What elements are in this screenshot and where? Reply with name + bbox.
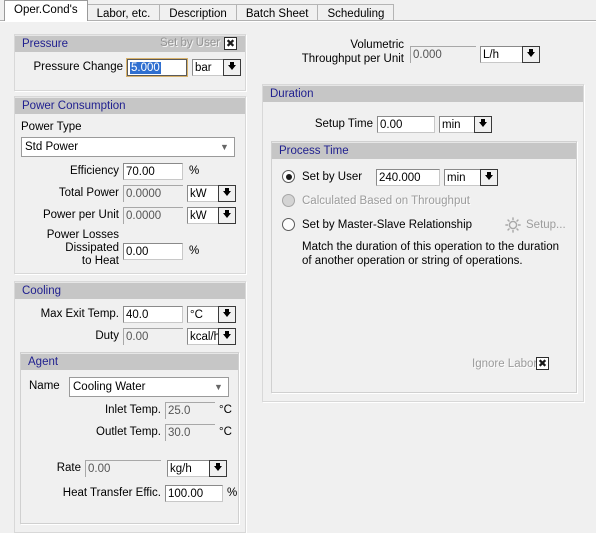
power-losses-input[interactable]: 0.00	[123, 243, 183, 260]
chevron-down-icon	[485, 172, 493, 180]
agent-rate-unit-dropdown-button[interactable]	[209, 460, 227, 477]
power-total-unit-dropdown-button[interactable]	[218, 185, 236, 202]
pressure-change-unit-dropdown-button[interactable]	[223, 59, 241, 76]
chevron-down-icon: ▼	[220, 141, 229, 152]
setup-time-unit[interactable]: min	[439, 116, 479, 133]
cooling-max-exit-unit-dropdown-button[interactable]	[218, 306, 236, 323]
tab-oper-conds[interactable]: Oper.Cond's	[4, 0, 88, 21]
gear-icon	[505, 217, 521, 233]
setup-time-input[interactable]: 0.00	[377, 116, 435, 133]
pressure-panel: Pressure Set by User ✖ Pressure Change 5…	[14, 34, 246, 91]
chevron-down-icon	[223, 210, 231, 218]
power-type-value: Std Power	[25, 141, 79, 153]
chevron-down-icon	[223, 188, 231, 196]
cooling-duty-value: 0.00	[123, 328, 183, 345]
process-time-panel: Process Time Set by User 240.000 min Cal…	[271, 141, 577, 393]
setup-time-label: Setup Time	[314, 118, 373, 130]
power-per-unit-value: 0.0000	[123, 207, 183, 224]
cooling-panel: Cooling Max Exit Temp. 40.0 °C Duty 0.00…	[14, 281, 246, 533]
pressure-change-value: 5.000	[130, 62, 161, 74]
chevron-down-icon	[214, 463, 222, 471]
pressure-set-by-user-checkbox[interactable]: ✖	[224, 37, 237, 50]
power-efficiency-unit: %	[189, 165, 200, 177]
master-slave-description: Match the duration of this operation to …	[302, 241, 559, 267]
cooling-max-exit-label: Max Exit Temp.	[40, 308, 119, 320]
agent-panel: Agent Name Cooling Water ▼ Inlet Temp. 2…	[20, 352, 239, 524]
agent-name-combo[interactable]: Cooling Water ▼	[69, 377, 229, 397]
cooling-duty-unit-dropdown-button[interactable]	[218, 328, 236, 345]
agent-inlet-label: Inlet Temp.	[104, 404, 161, 416]
chevron-down-icon	[527, 49, 535, 57]
agent-panel-title: Agent	[21, 353, 238, 370]
power-losses-unit: %	[189, 245, 200, 257]
power-total-label: Total Power	[58, 187, 119, 199]
process-time-option-master-slave-label: Set by Master-Slave Relationship	[302, 219, 473, 231]
agent-rate-value: 0.00	[85, 460, 161, 477]
power-efficiency-input[interactable]: 70.00	[123, 163, 183, 180]
throughput-label-line2: Throughput per Unit	[301, 53, 404, 65]
chevron-down-icon	[228, 62, 236, 70]
agent-hte-unit: %	[227, 487, 238, 499]
duration-panel-title: Duration	[263, 85, 583, 102]
tab-list: Oper.Cond's Labor, etc. Description Batc…	[4, 0, 395, 23]
duration-panel: Duration Setup Time 0.00 min Process Tim…	[262, 84, 584, 402]
process-time-option-calculated-label: Calculated Based on Throughput	[302, 195, 470, 207]
agent-outlet-label: Outlet Temp.	[96, 426, 161, 438]
power-losses-label-line3: to Heat	[81, 255, 119, 267]
power-total-value: 0.0000	[123, 185, 183, 202]
power-panel-title: Power Consumption	[15, 97, 245, 114]
process-time-option-set-by-user-radio[interactable]	[282, 170, 295, 183]
master-slave-setup-button-label: Setup...	[526, 219, 566, 231]
process-time-option-master-slave-radio[interactable]	[282, 218, 295, 231]
agent-hte-label: Heat Transfer Effic.	[62, 487, 161, 499]
agent-inlet-unit: °C	[219, 404, 232, 416]
agent-outlet-unit: °C	[219, 426, 232, 438]
throughput-value: 0.000	[410, 46, 476, 63]
power-per-unit-unit-dropdown-button[interactable]	[218, 207, 236, 224]
cooling-panel-title: Cooling	[15, 282, 245, 299]
power-losses-label-line1: Power Losses	[46, 229, 119, 241]
tab-strip: Oper.Cond's Labor, etc. Description Batc…	[0, 0, 596, 23]
cooling-duty-label: Duty	[95, 330, 119, 342]
cooling-max-exit-input[interactable]: 40.0	[123, 306, 183, 323]
chevron-down-icon: ▼	[214, 381, 223, 392]
power-efficiency-label: Efficiency	[69, 165, 119, 177]
throughput-label-line1: Volumetric	[350, 39, 404, 51]
agent-name-value: Cooling Water	[73, 381, 146, 393]
agent-rate-label: Rate	[56, 462, 81, 474]
ignore-labor-label: Ignore Labor	[472, 358, 538, 370]
setup-time-unit-dropdown-button[interactable]	[474, 116, 492, 133]
chevron-down-icon	[223, 331, 231, 339]
throughput-unit-dropdown-button[interactable]	[522, 46, 540, 63]
process-time-value-input[interactable]: 240.000	[376, 169, 440, 186]
agent-name-label: Name	[29, 380, 60, 392]
pressure-change-label: Pressure Change	[33, 61, 124, 73]
agent-inlet-value: 25.0	[165, 402, 215, 419]
agent-outlet-value: 30.0	[165, 424, 215, 441]
power-type-combo[interactable]: Std Power ▼	[21, 137, 235, 157]
chevron-down-icon	[479, 119, 487, 127]
power-consumption-panel: Power Consumption Power Type Std Power ▼…	[14, 96, 246, 274]
chevron-down-icon	[223, 309, 231, 317]
agent-hte-input[interactable]: 100.00	[165, 485, 223, 502]
power-losses-label-line2: Dissipated	[65, 242, 119, 254]
tab-content-panel: Pressure Set by User ✖ Pressure Change 5…	[0, 21, 596, 533]
ignore-labor-checkbox[interactable]: ✖	[536, 357, 549, 370]
process-time-option-set-by-user-label: Set by User	[302, 171, 363, 183]
pressure-set-by-user-label: Set by User	[160, 37, 221, 49]
agent-rate-unit[interactable]: kg/h	[167, 460, 213, 477]
process-time-unit-dropdown-button[interactable]	[480, 169, 498, 186]
power-type-label: Power Type	[21, 121, 82, 133]
master-slave-setup-button[interactable]: Setup...	[504, 216, 566, 234]
volumetric-throughput-group: Volumetric Throughput per Unit 0.000 L/h	[262, 34, 584, 76]
process-time-option-calculated-radio[interactable]	[282, 194, 295, 207]
pressure-change-input[interactable]: 5.000	[126, 58, 188, 77]
power-per-unit-label: Power per Unit	[42, 209, 119, 221]
process-time-panel-title: Process Time	[272, 142, 576, 159]
